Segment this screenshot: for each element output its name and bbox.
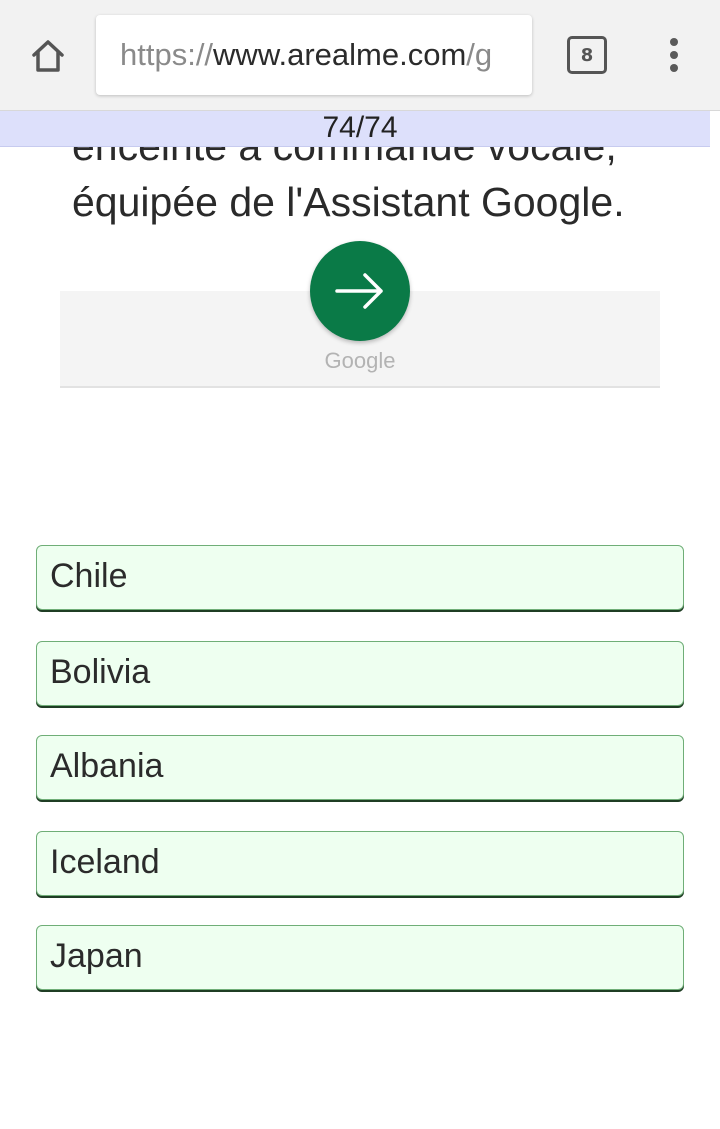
ad-arrow-button[interactable] (310, 241, 410, 341)
home-icon (32, 40, 64, 72)
url-host: www.arealme.com (213, 37, 467, 72)
answer-option[interactable]: Bolivia (36, 641, 684, 706)
ad-label: Google (324, 348, 396, 373)
browser-toolbar: https://www.arealme.com/g 8 (0, 0, 720, 111)
url-bar[interactable]: https://www.arealme.com/g (96, 15, 532, 95)
arrow-right-icon (335, 273, 383, 309)
scroll-edge (710, 111, 720, 147)
menu-dot (670, 51, 678, 59)
answer-option[interactable]: Iceland (36, 831, 684, 896)
url-path: /g (466, 37, 493, 72)
tab-switcher-button[interactable]: 8 (567, 36, 607, 74)
url-scheme: https:// (120, 37, 214, 72)
home-button[interactable] (22, 30, 74, 82)
menu-dot (670, 38, 678, 46)
answer-option[interactable]: Japan (36, 925, 684, 990)
more-vert-icon[interactable] (656, 34, 692, 76)
answer-option[interactable]: Chile (36, 545, 684, 610)
progress-counter: 74/74 (322, 111, 398, 144)
menu-dot (670, 64, 678, 72)
answer-option[interactable]: Albania (36, 735, 684, 800)
